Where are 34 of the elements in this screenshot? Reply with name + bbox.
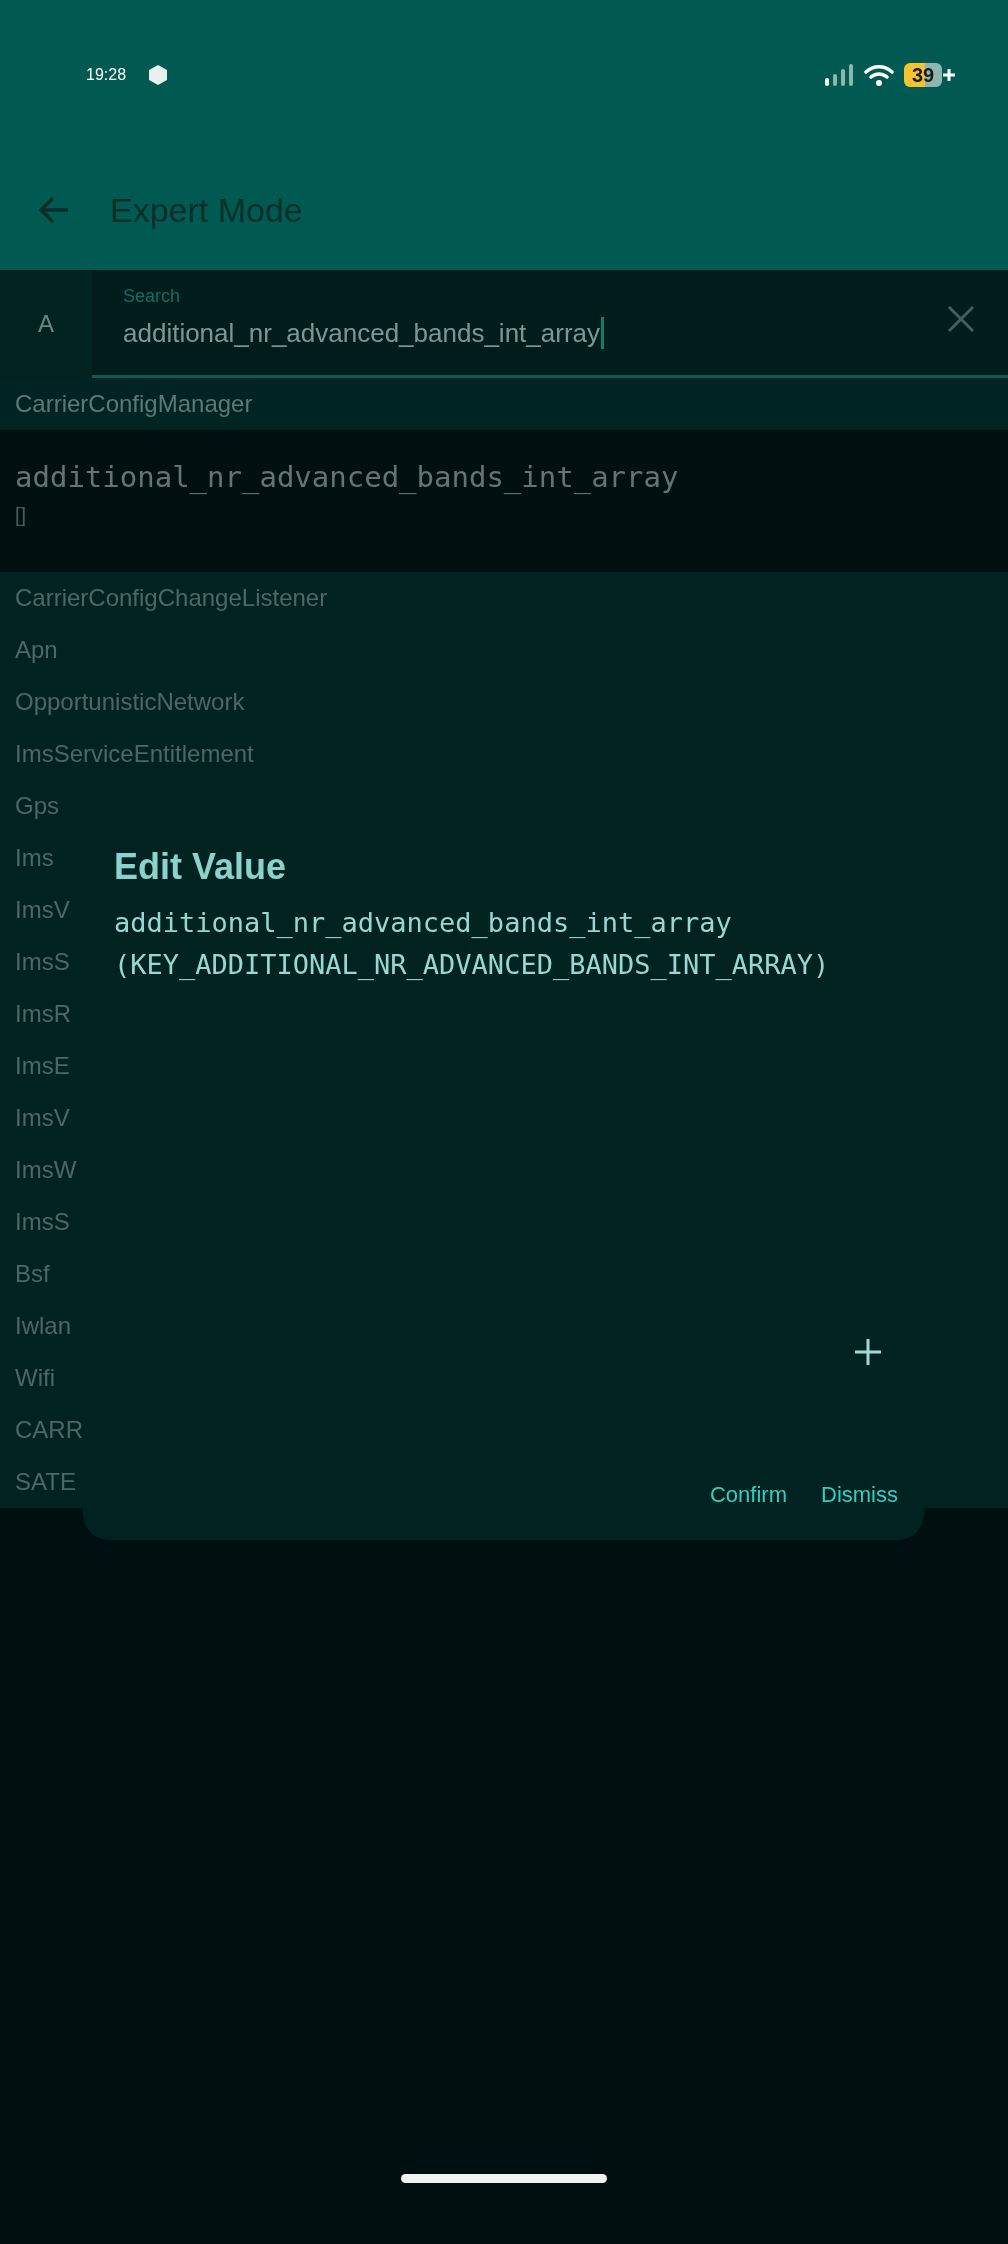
dialog-button[interactable]: Confirm: [704, 1474, 793, 1516]
category-item[interactable]: ImsS: [0, 936, 70, 988]
category-item[interactable]: ImsServiceEntitlement: [0, 728, 254, 780]
key-name: additional_nr_advanced_bands_int_array (KEY_ADDITIONAL_NR_ADVANCED_BANDS_INT_ARRAY): [114, 906, 830, 982]
field-value: additional_nr_advanced_bands_int_array: [123, 317, 605, 349]
dialog-button[interactable]: Dismiss: [815, 1474, 904, 1516]
category-item[interactable]: ImsR: [0, 988, 71, 1040]
category-item[interactable]: SATE: [0, 1456, 76, 1508]
category-item[interactable]: ImsV: [0, 884, 70, 936]
result-key: additional_nr_advanced_bands_int_array: [15, 460, 993, 494]
category-item[interactable]: ImsV: [0, 1092, 70, 1144]
category-item[interactable]: Ims: [0, 832, 54, 884]
category-item[interactable]: CarrierConfigChangeListener: [0, 572, 328, 624]
category-item[interactable]: Bsf: [0, 1248, 50, 1300]
category-item[interactable]: ImsS: [0, 1196, 70, 1248]
result-row[interactable]: additional_nr_advanced_bands_int_array []: [0, 430, 1008, 572]
result-value: []: [15, 504, 27, 527]
category-item[interactable]: CARR: [0, 1404, 83, 1456]
category-item[interactable]: Wifi: [0, 1352, 55, 1404]
category-item[interactable]: Iwlan: [0, 1300, 72, 1352]
tab[interactable]: A: [0, 270, 92, 378]
category-item[interactable]: ImsE: [0, 1040, 70, 1092]
dialog-title: Edit Value: [114, 846, 287, 888]
category-item[interactable]: Apn: [0, 624, 58, 676]
field-label: Search: [123, 286, 181, 307]
wifi-icon: [864, 63, 894, 87]
add-button[interactable]: [854, 1338, 882, 1366]
clear-button[interactable]: [946, 304, 976, 334]
plus-icon: [854, 1338, 882, 1366]
category-item[interactable]: Gps: [0, 780, 59, 832]
clock: 19:28: [86, 66, 127, 84]
category-item[interactable]: ImsW: [0, 1144, 77, 1196]
signal-icon: [824, 63, 854, 87]
category-item[interactable]: OpportunisticNetwork: [0, 676, 245, 728]
